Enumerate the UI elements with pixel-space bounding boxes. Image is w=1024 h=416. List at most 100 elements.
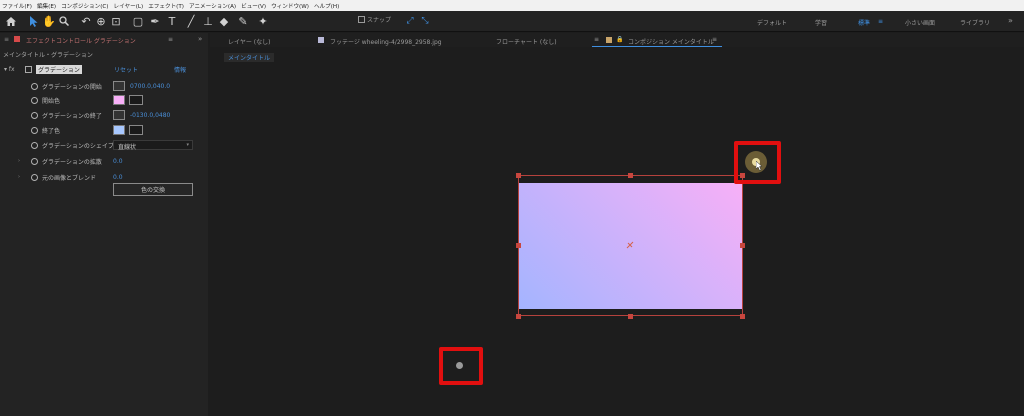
swap-colors-button[interactable]: 色の交換 [113,183,193,196]
composition-color-icon [606,37,612,43]
start-color-swatch[interactable] [113,95,125,105]
pen-tool-icon[interactable]: ✒ [148,13,162,29]
menu-window[interactable]: ウィンドウ(W) [271,2,309,10]
camera-tool-icon[interactable]: ⊕ [95,13,107,29]
prop-row-start-point: グラデーションの開始 0700.0,040.0 [0,80,208,92]
menu-layer[interactable]: レイヤー(L) [114,2,144,10]
panel-menu-icon[interactable]: ≡ [4,36,9,43]
transform-handle[interactable] [740,243,745,248]
roto-brush-tool-icon[interactable]: ✎ [236,13,250,29]
tab-layer[interactable]: レイヤー (なし) [228,37,270,46]
snap-checkbox-box[interactable] [358,16,365,23]
ramp-shape-value: 直線状 [118,144,137,151]
effect-name[interactable]: グラデーション [36,64,82,74]
snap-label: スナップ [367,17,392,24]
end-color-swatch[interactable] [113,125,125,135]
ramp-end-point-control[interactable] [456,362,463,369]
prop-value-start-point[interactable]: 0700.0,040.0 [130,83,170,90]
puppet-tool-icon[interactable]: ✦ [257,13,269,29]
effect-visibility-icon[interactable] [25,65,32,73]
comp-subtab-label: メインタイトル [228,55,271,62]
stopwatch-icon[interactable] [31,126,38,134]
transform-handle[interactable] [740,314,745,319]
workspace-small-screen[interactable]: 小さい画面 [905,18,935,27]
zoom-tool-icon[interactable] [58,13,70,29]
effect-expand-icon[interactable]: ▾ fx [4,66,15,73]
hand-tool-icon[interactable]: ✋ [42,13,56,29]
swap-colors-label: 色の交換 [140,187,165,194]
tab-composition[interactable]: コンポジション メインタイトル [628,37,714,46]
workspace-learn[interactable]: 学習 [815,18,827,27]
menu-bar: ファイル(F) 編集(E) コンポジション(C) レイヤー(L) エフェクト(T… [0,0,1024,11]
tab-menu-icon[interactable]: ≡ [712,36,717,43]
lock-icon[interactable]: 🔒 [616,36,623,43]
lock-icon[interactable] [14,36,20,42]
transform-handle[interactable] [628,173,633,178]
snap-checkbox[interactable]: スナップ [358,15,391,24]
home-icon[interactable] [4,13,18,29]
prop-row-end-color: 終了色 [0,124,208,136]
snap-features-icon[interactable]: ⤡ [420,13,430,29]
stopwatch-icon[interactable] [31,96,38,104]
eyedropper-icon[interactable] [129,125,143,135]
prop-value-ramp-scatter[interactable]: 0.0 [113,158,123,165]
prop-row-blend: › 元の画像とブレンド 0.0 [0,171,208,183]
menu-view[interactable]: ビュー(V) [241,2,266,10]
stopwatch-icon[interactable] [31,141,38,149]
rotate-tool-icon[interactable]: ↶ [80,13,92,29]
expand-arrow-icon[interactable]: › [18,174,20,180]
transform-handle[interactable] [628,314,633,319]
ramp-shape-dropdown[interactable]: 直線状 ▾ [113,140,193,151]
tab-footage[interactable]: フッテージ wheeling-4/2998_2958.jpg [330,37,442,46]
effect-controls-tab[interactable]: エフェクトコントロール グラデーション [26,36,136,45]
snap-options-icon[interactable]: ⤢ [405,13,415,29]
panel-expand-icon[interactable]: » [198,35,202,43]
prop-value-end-point[interactable]: -0130.0,0480 [130,112,170,119]
mask-tool-icon[interactable]: ▢ [131,13,145,29]
selection-tool-icon[interactable] [28,13,40,29]
reset-link[interactable]: リセット [114,65,138,74]
workspace-standard[interactable]: 標準 [858,18,870,27]
stopwatch-icon[interactable] [31,157,38,165]
effect-row: ▾ fx グラデーション リセット 情報 [0,63,208,75]
viewer-tabbar: レイヤー (なし) フッテージ wheeling-4/2998_2958.jpg… [210,33,1024,47]
toolbar: ✋ ↶ ⊕ ⊡ ▢ ✒ T ╱ ⊥ ◆ ✎ ✦ スナップ ⤢ ⤡ デフォルト 学… [0,11,1024,32]
clone-stamp-tool-icon[interactable]: ⊥ [202,13,214,29]
text-tool-icon[interactable]: T [166,13,178,29]
prop-value-blend[interactable]: 0.0 [113,174,123,181]
workspace-library[interactable]: ライブラリ [960,18,990,27]
expand-arrow-icon[interactable]: › [18,158,20,164]
tab-menu-icon[interactable]: ≡ [168,36,173,43]
prop-row-end-point: グラデーションの終了 -0130.0,0480 [0,109,208,121]
menu-effect[interactable]: エフェクト(T) [148,2,184,10]
stopwatch-icon[interactable] [31,111,38,119]
ramp-start-point-control[interactable] [745,151,767,173]
transform-handle[interactable] [516,314,521,319]
panel-menu-icon[interactable]: ≡ [594,36,599,43]
cursor-arrow-icon [756,161,763,171]
transform-handle[interactable] [516,173,521,178]
eraser-tool-icon[interactable]: ◆ [218,13,230,29]
point-target-icon[interactable] [113,81,125,91]
pan-behind-tool-icon[interactable]: ⊡ [110,13,122,29]
anchor-point-icon[interactable] [625,240,635,250]
eyedropper-icon[interactable] [129,95,143,105]
transform-handle[interactable] [516,243,521,248]
menu-animation[interactable]: アニメーション(A) [189,2,236,10]
menu-composition[interactable]: コンポジション(C) [61,2,108,10]
menu-help[interactable]: ヘルプ(H) [314,2,339,10]
prop-row-start-color: 開始色 [0,94,208,106]
stopwatch-icon[interactable] [31,82,38,90]
comp-subtab[interactable]: メインタイトル [224,53,275,62]
tab-flowchart[interactable]: フローチャート (なし) [496,37,557,46]
menu-edit[interactable]: 編集(E) [37,2,56,10]
workspace-default[interactable]: デフォルト [757,18,787,27]
about-link[interactable]: 情報 [174,65,186,74]
overflow-icon[interactable]: » [1008,16,1013,25]
workspace-menu-icon[interactable]: ≡ [878,18,883,25]
effect-controls-subheader: メインタイトル・グラデーション [3,52,93,59]
brush-tool-icon[interactable]: ╱ [185,13,197,29]
point-target-icon[interactable] [113,110,125,120]
stopwatch-icon[interactable] [31,173,38,181]
menu-file[interactable]: ファイル(F) [2,2,32,10]
